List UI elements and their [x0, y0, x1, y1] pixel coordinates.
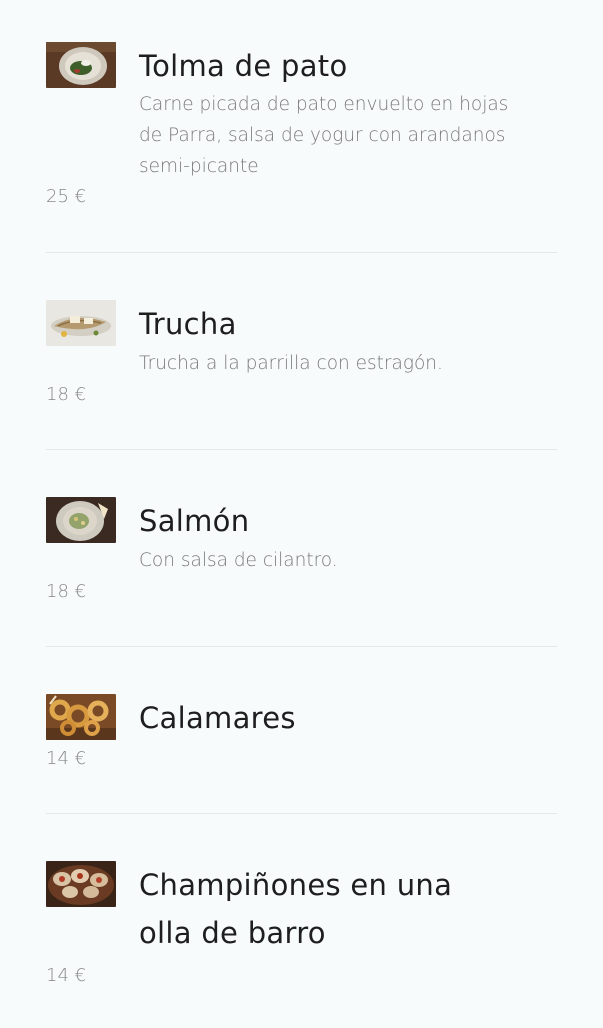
menu-item-salmon[interactable]: Salmón Con salsa de cilantro. 18 €: [46, 450, 557, 647]
dish-name: Trucha: [139, 307, 237, 341]
dish-photo-icon[interactable]: [46, 300, 116, 346]
menu-item-tolma-de-pato[interactable]: Tolma de pato Carne picada de pato envue…: [46, 0, 557, 253]
dish-price: 14 €: [46, 748, 87, 769]
menu-list: Tolma de pato Carne picada de pato envue…: [46, 0, 557, 1028]
dish-name: Tolma de pato: [139, 49, 348, 83]
dish-price: 18 €: [46, 581, 87, 602]
dish-description: Carne picada de pato envuelto en hojas d…: [139, 94, 509, 177]
dish-photo-icon[interactable]: [46, 42, 116, 88]
dish-price: 14 €: [46, 965, 87, 986]
dish-name: Calamares: [139, 701, 296, 735]
dish-name: Salmón: [139, 504, 250, 538]
dish-photo-icon[interactable]: [46, 497, 116, 543]
dish-photo-icon[interactable]: [46, 694, 116, 740]
menu-item-calamares[interactable]: Calamares 14 €: [46, 647, 557, 814]
menu-item-trucha[interactable]: Trucha Trucha a la parrilla con estragón…: [46, 253, 557, 450]
menu-item-champinones[interactable]: Champiñones en una olla de barro 14 €: [46, 814, 557, 1028]
dish-description: Con salsa de cilantro.: [139, 550, 338, 571]
dish-description: Trucha a la parrilla con estragón.: [139, 353, 443, 374]
dish-photo-icon[interactable]: [46, 861, 116, 907]
dish-price: 18 €: [46, 384, 87, 405]
dish-price: 25 €: [46, 186, 87, 207]
dish-name: Champiñones en una olla de barro: [139, 868, 453, 950]
